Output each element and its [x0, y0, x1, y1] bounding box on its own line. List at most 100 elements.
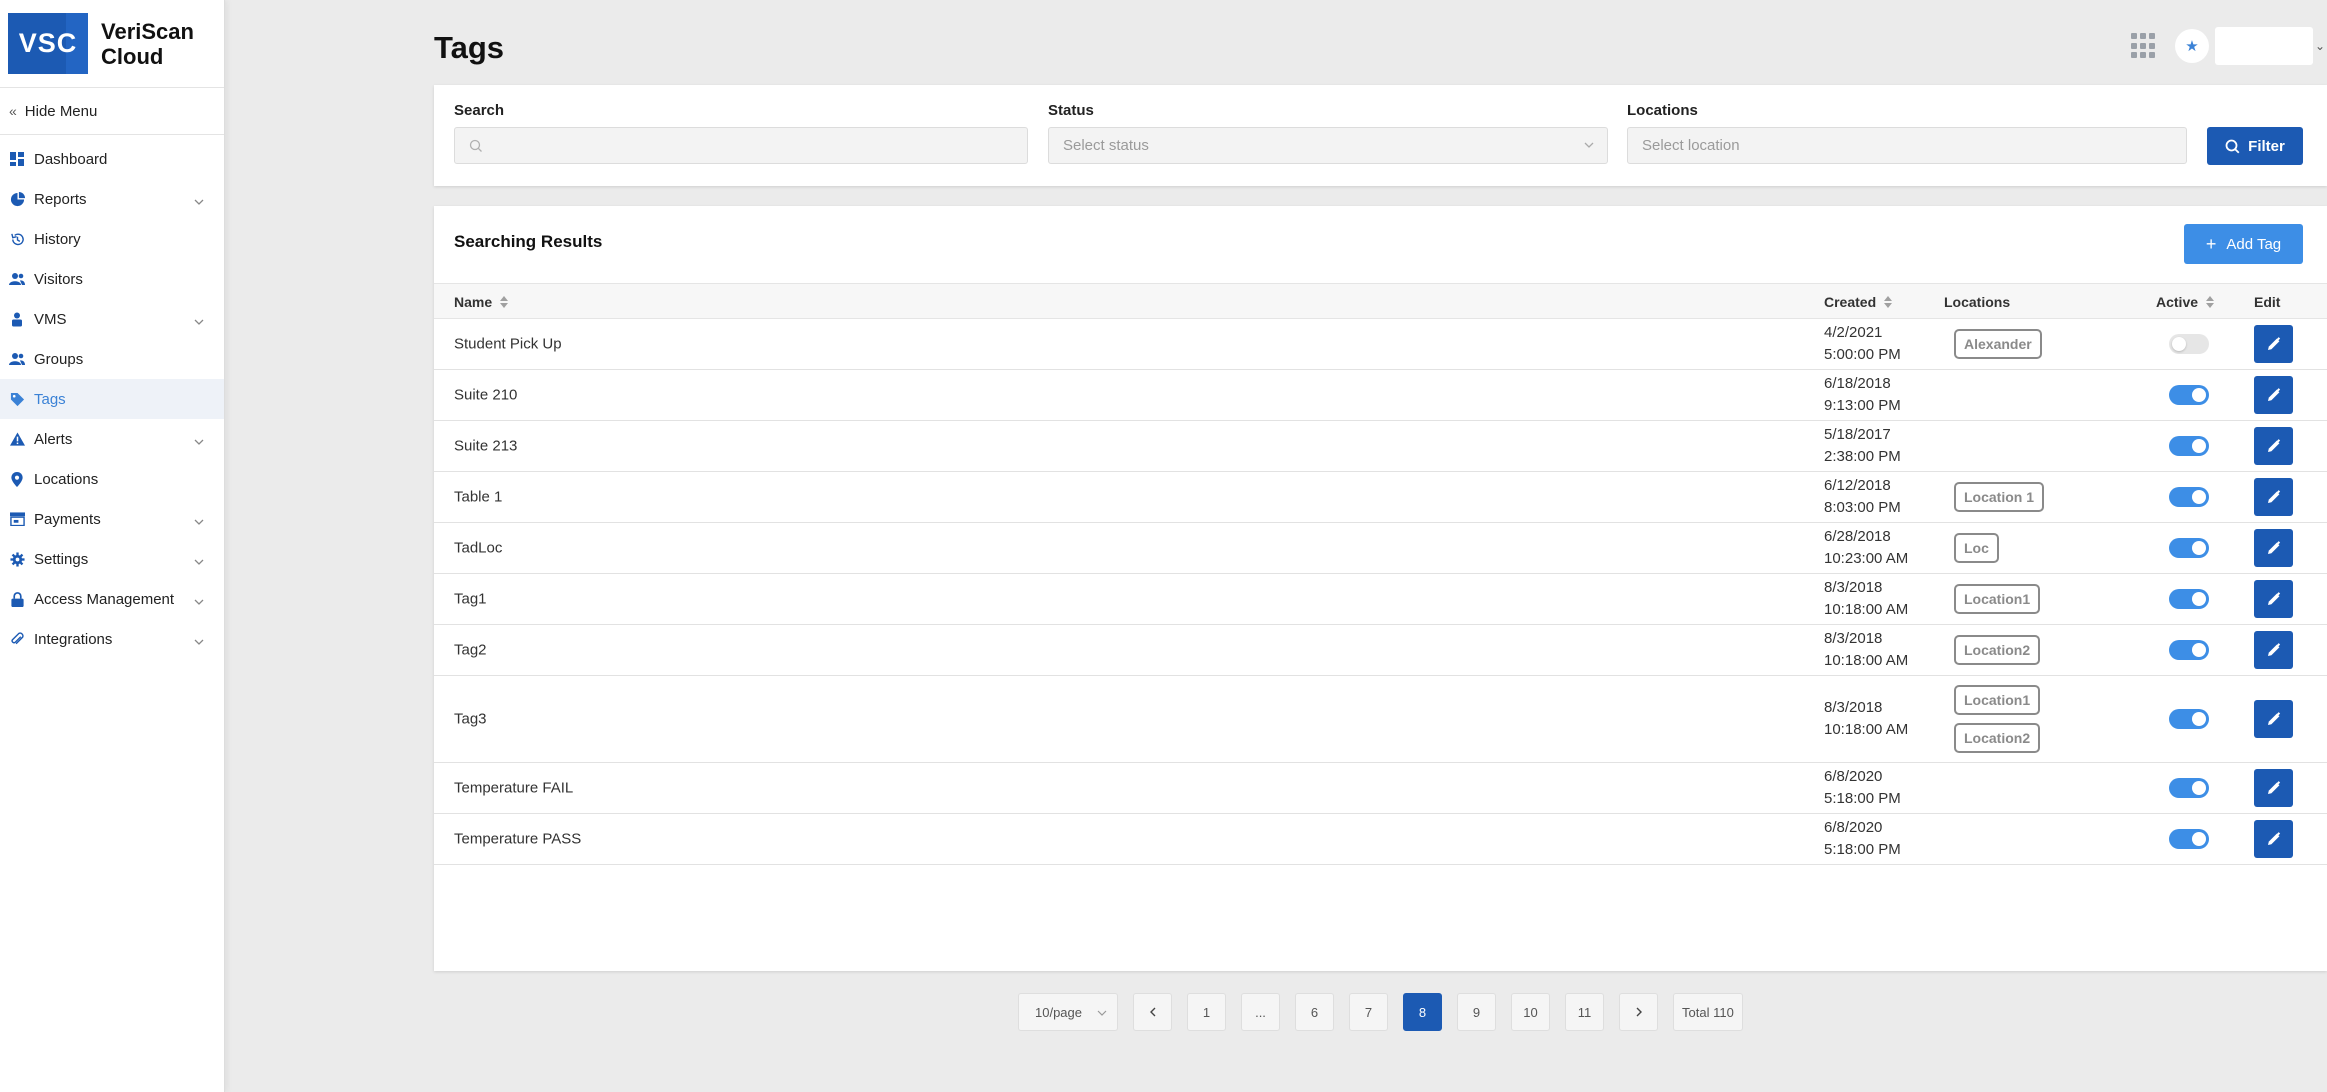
locations-cell: Loc: [1954, 533, 1999, 563]
sidebar: VSC VeriScan Cloud « Hide Menu Dashboard…: [0, 0, 225, 1092]
created-date: 8/3/2018: [1824, 579, 1883, 596]
next-page-button[interactable]: [1619, 993, 1658, 1031]
sidebar-item-visitors[interactable]: Visitors: [0, 259, 224, 299]
edit-button[interactable]: [2254, 769, 2293, 807]
table-row: Suite 210 6/18/2018 9:13:00 PM: [434, 370, 2327, 421]
location-select[interactable]: Select location: [1627, 127, 2187, 164]
edit-button[interactable]: [2254, 700, 2293, 738]
edit-button[interactable]: [2254, 820, 2293, 858]
created-cell: 4/2/2021 5:00:00 PM: [1824, 322, 1901, 366]
tag-name: TadLoc: [454, 539, 503, 557]
add-tag-button[interactable]: + Add Tag: [2184, 224, 2303, 264]
active-toggle[interactable]: [2169, 334, 2209, 354]
active-toggle[interactable]: [2169, 640, 2209, 660]
sidebar-item-settings[interactable]: Settings: [0, 539, 224, 579]
sidebar-item-locations[interactable]: Locations: [0, 459, 224, 499]
map-pin-icon: [9, 471, 25, 487]
pencil-icon: [2267, 592, 2281, 606]
created-time: 5:18:00 PM: [1824, 841, 1901, 858]
brand[interactable]: VSC VeriScan Cloud: [0, 0, 224, 88]
pencil-icon: [2267, 439, 2281, 453]
chevron-down-icon[interactable]: ⌄: [2313, 39, 2327, 53]
star-icon[interactable]: ★: [2175, 29, 2209, 63]
results-panel: Searching Results + Add Tag Name Created…: [434, 206, 2327, 971]
table-row: Tag1 8/3/2018 10:18:00 AM Location1: [434, 574, 2327, 625]
apps-grid-icon[interactable]: [2131, 33, 2157, 59]
sidebar-item-label: Reports: [34, 190, 87, 208]
created-cell: 8/3/2018 10:18:00 AM: [1824, 697, 1908, 741]
active-toggle[interactable]: [2169, 436, 2209, 456]
table-row: Temperature PASS 6/8/2020 5:18:00 PM: [434, 814, 2327, 865]
edit-button[interactable]: [2254, 529, 2293, 567]
page-9[interactable]: 9: [1457, 993, 1496, 1031]
edit-button[interactable]: [2254, 376, 2293, 414]
page-8[interactable]: 8: [1403, 993, 1442, 1031]
search-icon: [2225, 139, 2240, 153]
column-header-edit: Edit: [2254, 294, 2280, 310]
pencil-icon: [2267, 781, 2281, 795]
edit-button[interactable]: [2254, 427, 2293, 465]
edit-button[interactable]: [2254, 631, 2293, 669]
active-toggle[interactable]: [2169, 589, 2209, 609]
column-label-active: Active: [2156, 294, 2199, 310]
sidebar-item-reports[interactable]: Reports: [0, 179, 224, 219]
sidebar-item-alerts[interactable]: Alerts: [0, 419, 224, 459]
tag-name: Temperature PASS: [454, 830, 582, 848]
active-toggle[interactable]: [2169, 385, 2209, 405]
page-1[interactable]: 1: [1187, 993, 1226, 1031]
location-tag: Location1: [1954, 584, 2041, 614]
sidebar-item-label: Integrations: [34, 630, 113, 648]
column-header-active[interactable]: Active: [2156, 294, 2215, 310]
created-date: 6/28/2018: [1824, 528, 1891, 545]
filter-button[interactable]: Filter: [2207, 127, 2303, 165]
active-toggle[interactable]: [2169, 829, 2209, 849]
sidebar-item-payments[interactable]: Payments: [0, 499, 224, 539]
sidebar-item-history[interactable]: History: [0, 219, 224, 259]
table-row: Tag2 8/3/2018 10:18:00 AM Location2: [434, 625, 2327, 676]
hide-menu-button[interactable]: « Hide Menu: [0, 88, 224, 135]
chevron-down-icon: [1097, 1010, 1107, 1016]
column-header-name[interactable]: Name: [454, 294, 509, 310]
status-select[interactable]: Select status: [1048, 127, 1608, 164]
page-10[interactable]: 10: [1511, 993, 1550, 1031]
active-toggle[interactable]: [2169, 538, 2209, 558]
page-size-select[interactable]: 10/page: [1018, 993, 1118, 1031]
created-cell: 6/28/2018 10:23:00 AM: [1824, 526, 1908, 570]
users-icon: [9, 271, 25, 287]
locations-cell: Alexander: [1954, 329, 2042, 359]
user-menu[interactable]: [2215, 27, 2313, 65]
column-header-created[interactable]: Created: [1824, 294, 1893, 310]
sidebar-item-tags[interactable]: Tags: [0, 379, 224, 419]
table-row: Suite 213 5/18/2017 2:38:00 PM: [434, 421, 2327, 472]
active-toggle[interactable]: [2169, 487, 2209, 507]
page-6[interactable]: 6: [1295, 993, 1334, 1031]
created-time: 2:38:00 PM: [1824, 448, 1901, 465]
edit-button[interactable]: [2254, 580, 2293, 618]
prev-page-button[interactable]: [1133, 993, 1172, 1031]
page-size-value: 10/page: [1035, 1004, 1082, 1020]
edit-button[interactable]: [2254, 478, 2293, 516]
sidebar-item-integrations[interactable]: Integrations: [0, 619, 224, 659]
page-7[interactable]: 7: [1349, 993, 1388, 1031]
sidebar-item-label: Alerts: [34, 430, 73, 448]
created-time: 5:18:00 PM: [1824, 790, 1901, 807]
sidebar-item-access-management[interactable]: Access Management: [0, 579, 224, 619]
store-icon: [9, 511, 25, 527]
sort-icon: [2206, 296, 2215, 308]
status-placeholder: Select status: [1063, 137, 1149, 154]
sidebar-item-label: Tags: [34, 390, 66, 408]
pencil-icon: [2267, 388, 2281, 402]
locations-label: Locations: [1627, 102, 1698, 119]
active-toggle[interactable]: [2169, 778, 2209, 798]
edit-button[interactable]: [2254, 325, 2293, 363]
sidebar-item-groups[interactable]: Groups: [0, 339, 224, 379]
tag-name: Suite 213: [454, 437, 518, 455]
sidebar-item-dashboard[interactable]: Dashboard: [0, 139, 224, 179]
page-11[interactable]: 11: [1565, 993, 1604, 1031]
locations-cell: Location1 Location2: [1954, 685, 2041, 753]
search-input[interactable]: [454, 127, 1028, 164]
active-toggle[interactable]: [2169, 709, 2209, 729]
sidebar-item-vms[interactable]: VMS: [0, 299, 224, 339]
tag-name: Tag2: [454, 641, 487, 659]
page-ellipsis[interactable]: ...: [1241, 993, 1280, 1031]
